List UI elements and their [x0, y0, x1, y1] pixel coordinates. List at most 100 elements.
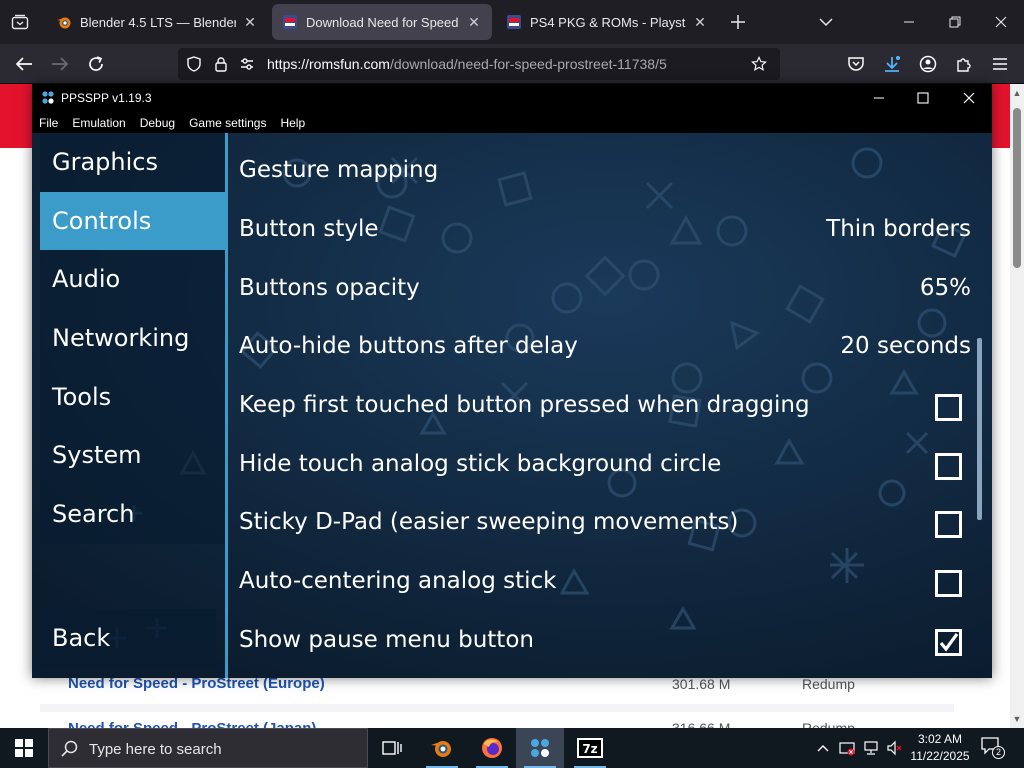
checkbox[interactable]	[935, 511, 962, 538]
sidebar-item-controls[interactable]: Controls	[40, 192, 225, 250]
menu-debug[interactable]: Debug	[133, 112, 182, 133]
setting-value: 20 seconds	[840, 333, 971, 359]
firefox-icon[interactable]	[468, 728, 516, 768]
download-row[interactable]: Need for Speed - ProStreet (Japan) 316.6…	[40, 712, 954, 728]
sidebar-item-search[interactable]: Search	[40, 485, 225, 543]
setting-auto-hide-delay[interactable]: Auto-hide buttons after delay 20 seconds	[228, 321, 978, 379]
account-icon[interactable]	[914, 50, 942, 78]
maximize-icon[interactable]	[900, 84, 946, 112]
chevron-up-icon[interactable]	[815, 740, 831, 756]
settings-sidebar: Graphics Controls Audio Networking Tools…	[40, 133, 225, 678]
svg-text:7z: 7z	[582, 742, 597, 756]
ppsspp-icon[interactable]	[516, 728, 564, 768]
setting-label: Auto-hide buttons after delay	[239, 333, 578, 359]
volume-muted-icon[interactable]	[887, 740, 903, 756]
url-text[interactable]: https://romsfun.com/download/need-for-sp…	[267, 56, 667, 72]
close-icon[interactable]: ✕	[692, 14, 708, 30]
scroll-down-icon[interactable]: ▼	[1012, 714, 1022, 724]
sidebar-item-tools[interactable]: Tools	[40, 368, 225, 426]
extensions-icon[interactable]	[950, 50, 978, 78]
clock-time: 3:02 AM	[917, 732, 963, 746]
setting-buttons-opacity[interactable]: Buttons opacity 65%	[228, 263, 978, 321]
sidebar-item-graphics[interactable]: Graphics	[40, 133, 225, 191]
setting-value: Thin borders	[826, 216, 971, 242]
close-window-icon[interactable]	[978, 0, 1024, 44]
back-arrow-icon[interactable]	[10, 50, 38, 78]
notification-icon[interactable]: 2	[980, 736, 1008, 760]
checkbox[interactable]	[935, 453, 962, 480]
setting-label: Auto-centering analog stick	[239, 568, 557, 594]
new-tab-icon[interactable]	[728, 12, 748, 32]
7zip-icon[interactable]: 7z	[566, 728, 614, 768]
checkbox[interactable]	[935, 570, 962, 597]
tab-ps4-roms[interactable]: PS4 PKG & ROMs - Playstation 4 ✕	[496, 4, 718, 40]
blender-icon	[56, 14, 72, 30]
taskbar-search-box[interactable]: Type here to search	[48, 728, 368, 768]
close-icon[interactable]: ✕	[466, 14, 482, 30]
windows-taskbar: Type here to search 7z 3:02 AM 11/22/202…	[0, 728, 1024, 768]
setting-gesture-mapping[interactable]: Gesture mapping	[228, 145, 978, 203]
tab-title: Blender 4.5 LTS — Blender	[80, 14, 236, 30]
windows-start-icon[interactable]	[0, 728, 48, 768]
tab-title: PS4 PKG & ROMs - Playstation 4	[530, 14, 686, 30]
download-size: 316.66 M	[672, 720, 731, 728]
checkbox[interactable]	[935, 629, 962, 656]
setting-auto-center-stick[interactable]: Auto-centering analog stick	[228, 556, 978, 614]
setting-label: Buttons opacity	[239, 275, 420, 301]
menu-help[interactable]: Help	[273, 112, 312, 133]
controls-settings-list: Gesture mapping Button style Thin border…	[228, 133, 992, 678]
browser-nav-bar: https://romsfun.com/download/need-for-sp…	[0, 44, 1024, 84]
reload-icon[interactable]	[82, 50, 110, 78]
menu-game-settings[interactable]: Game settings	[182, 112, 273, 133]
back-button[interactable]: Back	[40, 609, 216, 667]
permissions-icon[interactable]	[239, 56, 255, 72]
checkbox[interactable]	[935, 394, 962, 421]
task-view-icon[interactable]	[368, 728, 416, 768]
scroll-up-icon[interactable]: ▲	[1012, 88, 1022, 98]
blender-icon[interactable]	[418, 728, 466, 768]
forward-arrow-icon[interactable]	[46, 50, 74, 78]
lock-icon[interactable]	[213, 56, 229, 72]
bookmark-star-icon[interactable]	[751, 55, 767, 72]
page-scrollbar[interactable]: ▲ ▼	[1010, 84, 1024, 728]
setting-sticky-dpad[interactable]: Sticky D-Pad (easier sweeping movements)	[228, 497, 978, 555]
settings-scrollbar[interactable]	[977, 338, 982, 520]
download-icon[interactable]	[878, 50, 906, 78]
menu-emulation[interactable]: Emulation	[65, 112, 132, 133]
network-icon[interactable]	[863, 740, 879, 756]
download-link[interactable]: Need for Speed - ProStreet (Japan)	[68, 720, 316, 728]
sidebar-item-system[interactable]: System	[40, 426, 225, 484]
setting-label: Keep first touched button pressed when d…	[239, 392, 810, 418]
setting-hide-analog-circle[interactable]: Hide touch analog stick background circl…	[228, 439, 978, 497]
url-path: /download/need-for-speed-prostreet-11738…	[389, 56, 667, 72]
tab-list-icon[interactable]	[8, 10, 32, 34]
minimize-icon[interactable]	[856, 84, 902, 112]
sidebar-item-audio[interactable]: Audio	[40, 250, 225, 308]
tab-download-nfs[interactable]: Download Need for Speed – ProStreet ✕	[272, 4, 492, 40]
url-bar[interactable]: https://romsfun.com/download/need-for-sp…	[178, 48, 780, 80]
setting-show-pause-button[interactable]: Show pause menu button	[228, 615, 978, 673]
download-source: Redump	[802, 720, 855, 728]
ppsspp-title-bar[interactable]: PPSSPP v1.19.3	[32, 84, 992, 112]
download-size: 301.68 M	[672, 676, 731, 692]
menu-icon[interactable]	[986, 50, 1014, 78]
close-icon[interactable]	[946, 84, 992, 112]
tab-blender[interactable]: Blender 4.5 LTS — Blender ✕	[46, 4, 268, 40]
shield-icon[interactable]	[186, 56, 202, 72]
security-alert-icon[interactable]	[839, 740, 855, 756]
setting-keep-first-touched[interactable]: Keep first touched button pressed when d…	[228, 380, 978, 438]
menu-file[interactable]: File	[32, 112, 65, 133]
tab-title: Download Need for Speed – ProStreet	[306, 14, 460, 30]
restore-icon[interactable]	[932, 0, 978, 44]
taskbar-clock[interactable]: 3:02 AM 11/22/2025	[904, 731, 976, 765]
checkmark-icon	[939, 633, 959, 652]
page-scroll-thumb[interactable]	[1013, 108, 1021, 268]
minimize-icon[interactable]	[886, 0, 932, 44]
close-icon[interactable]: ✕	[242, 14, 258, 30]
notification-count: 2	[992, 746, 1005, 759]
chevron-down-icon[interactable]	[816, 12, 836, 32]
sidebar-item-networking[interactable]: Networking	[40, 309, 225, 367]
pocket-icon[interactable]	[842, 50, 870, 78]
setting-label: Hide touch analog stick background circl…	[239, 451, 722, 477]
setting-button-style[interactable]: Button style Thin borders	[228, 204, 978, 262]
